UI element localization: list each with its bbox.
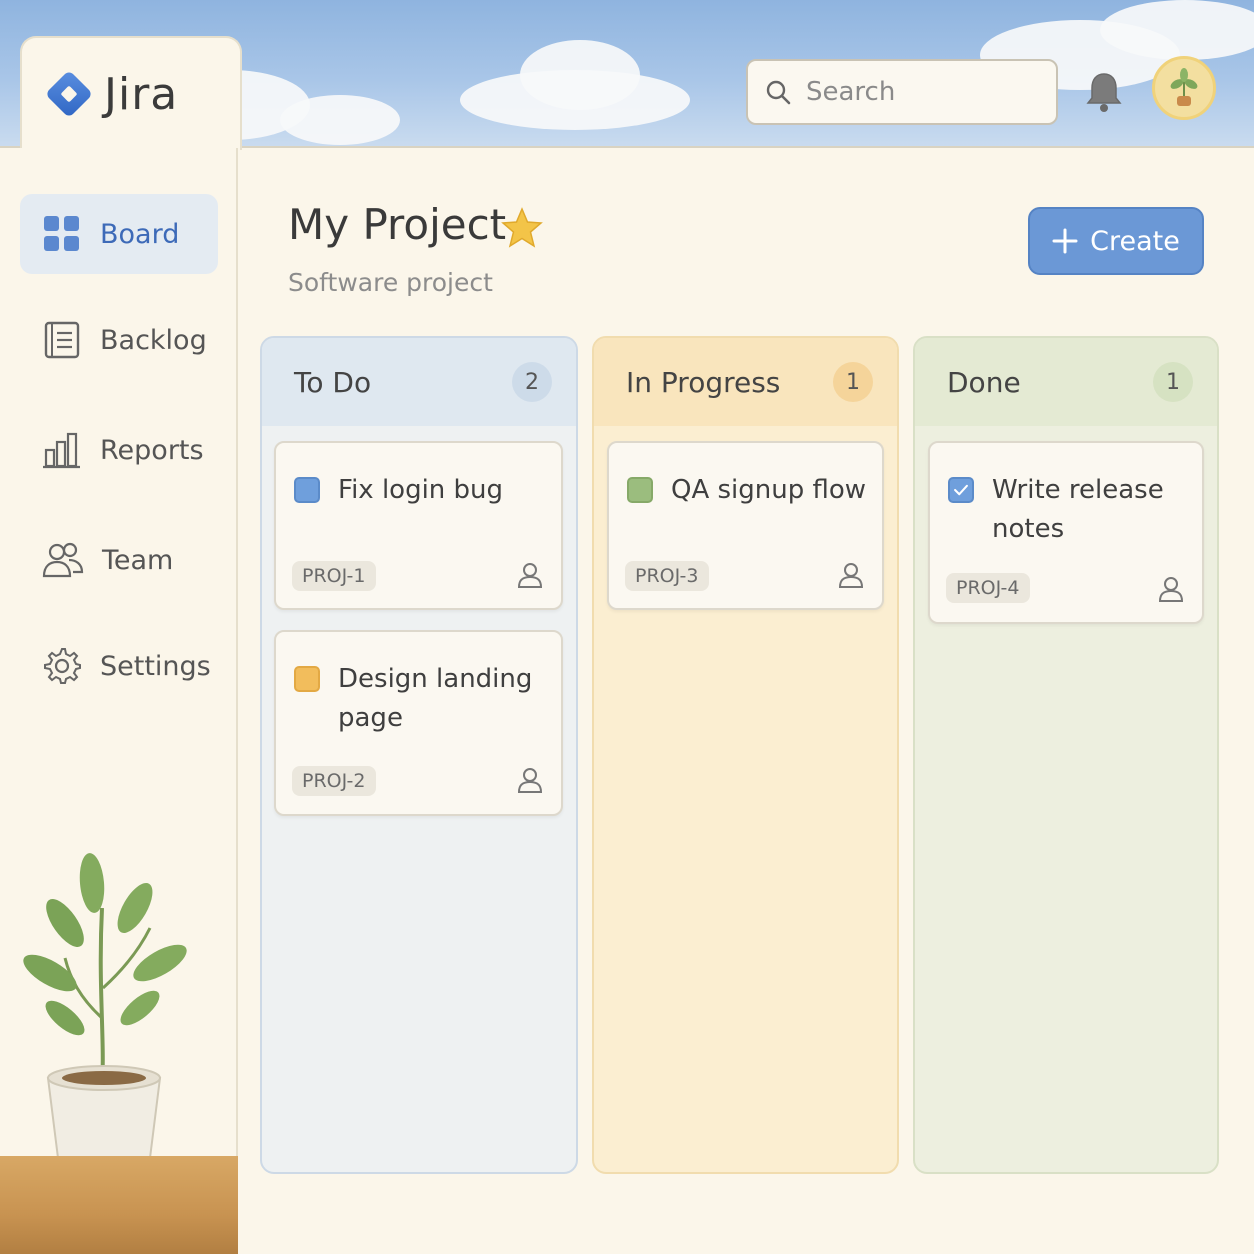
assignee-icon[interactable]	[838, 561, 864, 589]
issue-type-icon	[294, 477, 320, 503]
issue-key[interactable]: PROJ-4	[946, 573, 1030, 603]
issue-card[interactable]: Design landing page PROJ-2	[274, 630, 563, 816]
issue-key[interactable]: PROJ-1	[292, 561, 376, 591]
sidebar-item-label: Board	[100, 218, 180, 250]
gear-icon	[44, 648, 81, 684]
sidebar-item-label: Reports	[100, 434, 204, 466]
column-title: Done	[947, 365, 1021, 399]
bell-icon[interactable]	[1084, 70, 1124, 114]
page-subtitle: Software project	[288, 268, 493, 297]
column-count-badge: 1	[833, 362, 873, 402]
sidebar-item-label: Settings	[100, 650, 211, 682]
issue-card[interactable]: Write release notes PROJ-4	[928, 441, 1204, 624]
jira-logo-icon	[44, 69, 94, 119]
column-title: In Progress	[626, 365, 781, 399]
issue-title: QA signup flow	[671, 475, 867, 505]
issue-title: Fix login bug	[338, 475, 504, 505]
checkbox-checked-icon[interactable]	[948, 477, 974, 503]
column-header: Done 1	[915, 338, 1217, 426]
plus-icon	[1052, 228, 1078, 254]
sidebar-item-settings[interactable]: Settings	[20, 626, 218, 706]
sidebar-item-label: Backlog	[100, 324, 207, 356]
create-button-label: Create	[1090, 225, 1180, 257]
assignee-icon[interactable]	[517, 766, 543, 794]
sidebar-item-board[interactable]: Board	[20, 194, 218, 274]
bar-chart-icon	[43, 432, 80, 469]
grid-icon	[44, 216, 79, 251]
logo[interactable]: Jira	[20, 36, 242, 150]
sidebar-item-backlog[interactable]: Backlog	[20, 300, 218, 380]
issue-card[interactable]: Fix login bug PROJ-1	[274, 441, 563, 610]
logo-text: Jira	[104, 68, 179, 120]
plant-decoration-icon	[23, 853, 187, 1176]
cloud-decoration	[280, 95, 400, 145]
search-icon	[766, 80, 791, 105]
issue-type-icon	[627, 477, 653, 503]
star-icon[interactable]	[500, 206, 544, 250]
issue-key[interactable]: PROJ-2	[292, 766, 376, 796]
search-input[interactable]	[806, 77, 1046, 107]
users-icon	[42, 542, 84, 578]
cloud-decoration	[520, 40, 640, 110]
sidebar-item-reports[interactable]: Reports	[20, 410, 218, 490]
list-icon	[44, 321, 80, 359]
create-button[interactable]: Create	[1028, 207, 1204, 275]
column-count-badge: 1	[1153, 362, 1193, 402]
column-count-badge: 2	[512, 362, 552, 402]
sidebar-item-label: Team	[102, 544, 174, 576]
assignee-icon[interactable]	[517, 561, 543, 589]
issue-type-icon	[294, 666, 320, 692]
avatar[interactable]	[1152, 56, 1216, 120]
assignee-icon[interactable]	[1158, 575, 1184, 603]
sidebar: Board Backlog Reports Team Settings	[0, 148, 238, 1254]
issue-card[interactable]: QA signup flow PROJ-3	[607, 441, 884, 610]
plant-avatar-icon	[1170, 68, 1198, 106]
issue-title: Design landing page	[338, 664, 533, 733]
issue-key[interactable]: PROJ-3	[625, 561, 709, 591]
search-box[interactable]	[746, 59, 1058, 125]
sidebar-item-team[interactable]: Team	[20, 520, 218, 600]
column-header: To Do 2	[262, 338, 576, 426]
shelf-decoration	[0, 1156, 238, 1254]
page-title: My Project	[288, 200, 507, 249]
column-title: To Do	[294, 365, 372, 399]
issue-title: Write release notes	[992, 475, 1164, 544]
column-header: In Progress 1	[594, 338, 897, 426]
